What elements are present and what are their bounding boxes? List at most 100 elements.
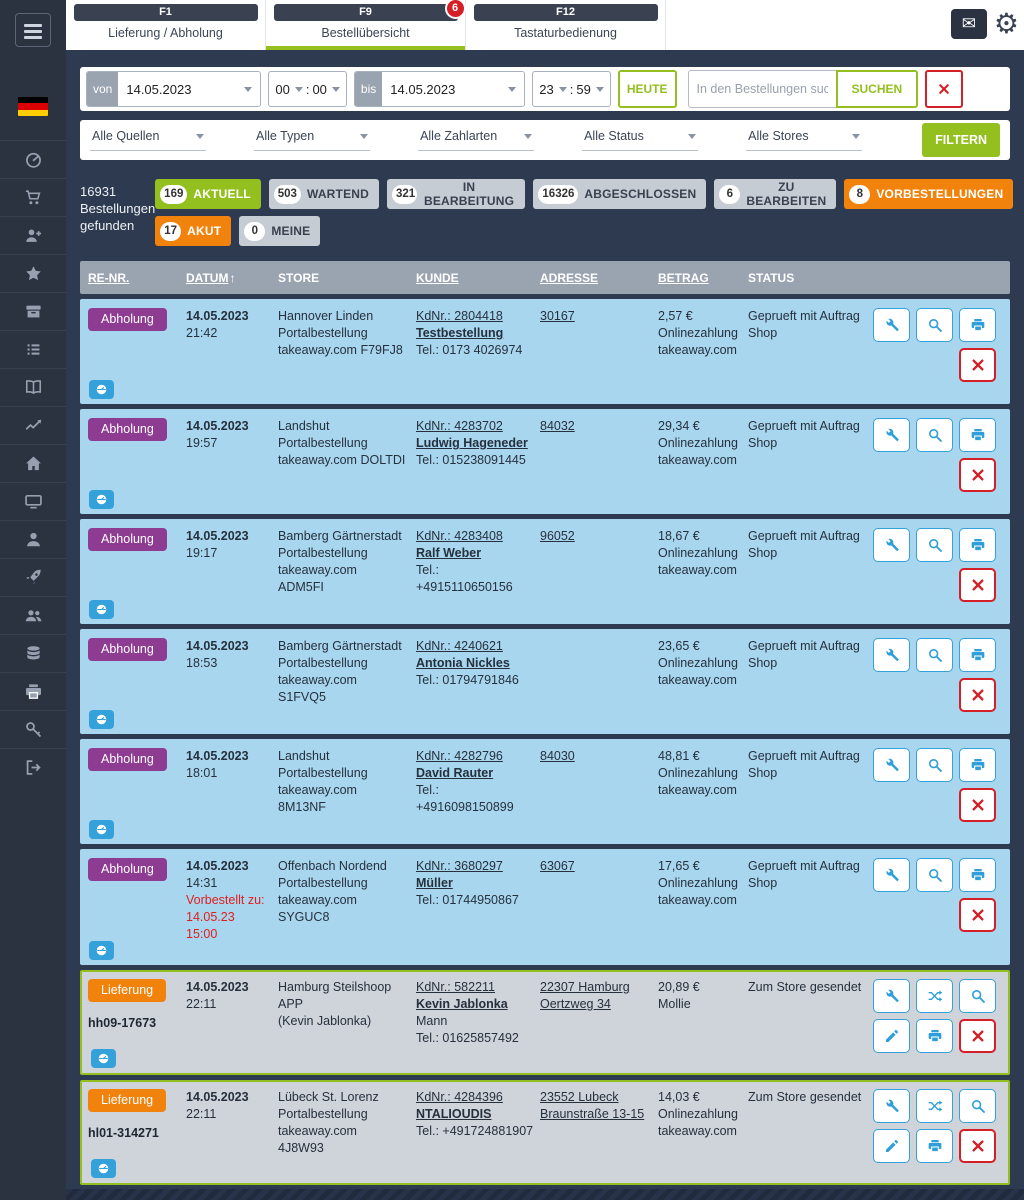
- customer-name-link[interactable]: Antonia Nickles: [416, 655, 534, 672]
- tab-f12[interactable]: F12 Tastaturbedienung: [466, 0, 666, 50]
- from-hour-select[interactable]: 00: [275, 82, 302, 97]
- print-order-button[interactable]: [959, 638, 996, 672]
- sidebar-item-rocket[interactable]: [0, 558, 66, 596]
- customer-name-link[interactable]: Ralf Weber: [416, 545, 534, 562]
- filter-dropdown-alle-stores[interactable]: Alle Stores: [746, 129, 862, 151]
- customer-name-link[interactable]: Kevin Jablonka: [416, 996, 534, 1013]
- status-filter-zu-bearbeiten[interactable]: 6 ZU BEARBEITEN: [714, 179, 836, 209]
- search-input[interactable]: [688, 70, 836, 108]
- cancel-order-button[interactable]: [959, 1129, 996, 1163]
- sidebar-item-key[interactable]: [0, 710, 66, 748]
- status-filter-akut[interactable]: 17 AKUT: [155, 216, 231, 246]
- cancel-order-button[interactable]: [959, 898, 996, 932]
- filter-dropdown-alle-typen[interactable]: Alle Typen: [254, 129, 370, 151]
- filter-button[interactable]: FILTERN: [922, 123, 1000, 157]
- sidebar-item-monitor[interactable]: [0, 482, 66, 520]
- filter-dropdown-alle-status[interactable]: Alle Status: [582, 129, 698, 151]
- filter-dropdown-alle-quellen[interactable]: Alle Quellen: [90, 129, 206, 151]
- to-minute-select[interactable]: 59: [576, 82, 603, 97]
- customer-number-link[interactable]: KdNr.: 4282796: [416, 748, 534, 765]
- customer-number-link[interactable]: KdNr.: 4283408: [416, 528, 534, 545]
- settings-button[interactable]: ⚙: [994, 9, 1019, 39]
- order-actions-button[interactable]: [873, 528, 910, 562]
- search-button[interactable]: SUCHEN: [836, 70, 919, 108]
- order-actions-button[interactable]: [873, 748, 910, 782]
- order-details-button[interactable]: [959, 979, 996, 1013]
- filter-dropdown-alle-zahlarten[interactable]: Alle Zahlarten: [418, 129, 534, 151]
- sidebar-item-user[interactable]: [0, 520, 66, 558]
- order-actions-button[interactable]: [873, 418, 910, 452]
- sidebar-item-dashboard[interactable]: [0, 140, 66, 178]
- address-link[interactable]: 22307 HamburgOertzweg 34: [540, 979, 652, 1013]
- cancel-order-button[interactable]: [959, 678, 996, 712]
- address-link[interactable]: 96052: [540, 528, 652, 545]
- cancel-order-button[interactable]: [959, 1019, 996, 1053]
- order-details-button[interactable]: [916, 308, 953, 342]
- customer-number-link[interactable]: KdNr.: 582211: [416, 979, 534, 996]
- print-order-button[interactable]: [959, 748, 996, 782]
- customer-number-link[interactable]: KdNr.: 4283702: [416, 418, 534, 435]
- edit-order-button[interactable]: [873, 1129, 910, 1163]
- status-filter-wartend[interactable]: 503 WARTEND: [269, 179, 379, 209]
- cancel-order-button[interactable]: [959, 458, 996, 492]
- transfer-order-button[interactable]: [916, 979, 953, 1013]
- sidebar-item-cart[interactable]: [0, 178, 66, 216]
- order-actions-button[interactable]: [873, 979, 910, 1013]
- print-order-button[interactable]: [916, 1019, 953, 1053]
- address-link[interactable]: 63067: [540, 858, 652, 875]
- sidebar-item-chart[interactable]: [0, 406, 66, 444]
- order-actions-button[interactable]: [873, 638, 910, 672]
- cancel-order-button[interactable]: [959, 568, 996, 602]
- tab-f1[interactable]: F1 Lieferung / Abholung: [66, 0, 266, 50]
- sidebar-item-menu-book[interactable]: [0, 368, 66, 406]
- address-link[interactable]: 84032: [540, 418, 652, 435]
- column-header-adresse[interactable]: ADRESSE: [540, 271, 658, 285]
- status-filter-aktuell[interactable]: 169 AKTUELL: [155, 179, 261, 209]
- customer-name-link[interactable]: NTALIOUDIS: [416, 1106, 534, 1123]
- order-details-button[interactable]: [959, 1089, 996, 1123]
- customer-name-link[interactable]: David Rauter: [416, 765, 534, 782]
- customer-number-link[interactable]: KdNr.: 2804418: [416, 308, 534, 325]
- to-date-select[interactable]: 14.05.2023: [382, 72, 524, 106]
- order-actions-button[interactable]: [873, 308, 910, 342]
- sidebar-item-logout[interactable]: [0, 748, 66, 786]
- order-details-button[interactable]: [916, 528, 953, 562]
- customer-number-link[interactable]: KdNr.: 4240621: [416, 638, 534, 655]
- sidebar-item-list[interactable]: [0, 330, 66, 368]
- print-order-button[interactable]: [959, 308, 996, 342]
- status-filter-abgeschlossen[interactable]: 16326 ABGESCHLOSSEN: [533, 179, 706, 209]
- customer-number-link[interactable]: KdNr.: 4284396: [416, 1089, 534, 1106]
- order-details-button[interactable]: [916, 858, 953, 892]
- status-filter-vorbestellungen[interactable]: 8 VORBESTELLUNGEN: [844, 179, 1013, 209]
- order-details-button[interactable]: [916, 748, 953, 782]
- column-header-betrag[interactable]: BETRAG: [658, 271, 748, 285]
- to-hour-select[interactable]: 23: [539, 82, 566, 97]
- customer-number-link[interactable]: KdNr.: 3680297: [416, 858, 534, 875]
- tab-f9[interactable]: F96 Bestellübersicht: [266, 0, 466, 50]
- customer-name-link[interactable]: Ludwig Hageneder: [416, 435, 534, 452]
- print-order-button[interactable]: [916, 1129, 953, 1163]
- from-date-select[interactable]: 14.05.2023: [118, 72, 260, 106]
- column-header-re-nr[interactable]: RE-NR.: [88, 271, 186, 285]
- address-link[interactable]: 30167: [540, 308, 652, 325]
- order-actions-button[interactable]: [873, 858, 910, 892]
- print-order-button[interactable]: [959, 418, 996, 452]
- from-minute-select[interactable]: 00: [312, 82, 339, 97]
- column-header-datum[interactable]: DATUM↑: [186, 271, 278, 285]
- cancel-order-button[interactable]: [959, 788, 996, 822]
- print-order-button[interactable]: [959, 858, 996, 892]
- order-actions-button[interactable]: [873, 1089, 910, 1123]
- sidebar-item-database[interactable]: [0, 634, 66, 672]
- sidebar-item-printer[interactable]: [0, 672, 66, 710]
- sidebar-item-star[interactable]: [0, 254, 66, 292]
- status-filter-in-bearbeitung[interactable]: 321 IN BEARBEITUNG: [387, 179, 525, 209]
- sidebar-item-user-add[interactable]: [0, 216, 66, 254]
- today-button[interactable]: HEUTE: [618, 70, 677, 108]
- sidebar-item-users[interactable]: [0, 596, 66, 634]
- order-details-button[interactable]: [916, 418, 953, 452]
- customer-name-link[interactable]: Testbestellung: [416, 325, 534, 342]
- address-link[interactable]: 23552 LubeckBraunstraße 13-15: [540, 1089, 652, 1123]
- order-details-button[interactable]: [916, 638, 953, 672]
- sidebar-item-archive[interactable]: [0, 292, 66, 330]
- mail-button[interactable]: ✉: [951, 9, 987, 39]
